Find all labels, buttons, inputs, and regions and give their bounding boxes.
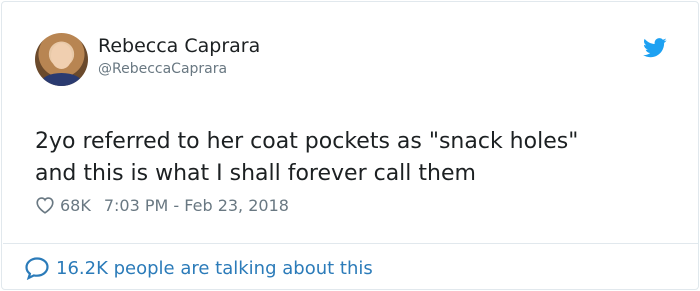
tweet-text-line: 2yo referred to her coat pockets as "sna…: [35, 129, 579, 154]
speech-bubble-icon: [25, 257, 49, 280]
author-avatar[interactable]: [35, 33, 88, 86]
tweet-text: 2yo referred to her coat pockets as "sna…: [35, 126, 675, 190]
tweet-text-line: and this is what I shall forever call th…: [35, 161, 476, 186]
twitter-bird-icon[interactable]: [643, 38, 667, 58]
divider: [3, 243, 699, 244]
heart-icon[interactable]: [35, 196, 55, 214]
avatar-shirt: [41, 73, 82, 86]
tweet-timestamp[interactable]: 7:03 PM - Feb 23, 2018: [104, 196, 289, 215]
like-count[interactable]: 68K: [60, 196, 91, 215]
conversation-link[interactable]: 16.2K people are talking about this: [24, 256, 373, 280]
conversation-link-label[interactable]: 16.2K people are talking about this: [56, 258, 373, 279]
author-name[interactable]: Rebecca Caprara: [98, 35, 260, 57]
author-handle[interactable]: @RebeccaCaprara: [98, 61, 227, 77]
avatar-face: [51, 43, 72, 69]
tweet-meta: 68K 7:03 PM - Feb 23, 2018: [35, 194, 289, 216]
embedded-tweet-card: Rebecca Caprara @RebeccaCaprara 2yo refe…: [1, 1, 699, 290]
